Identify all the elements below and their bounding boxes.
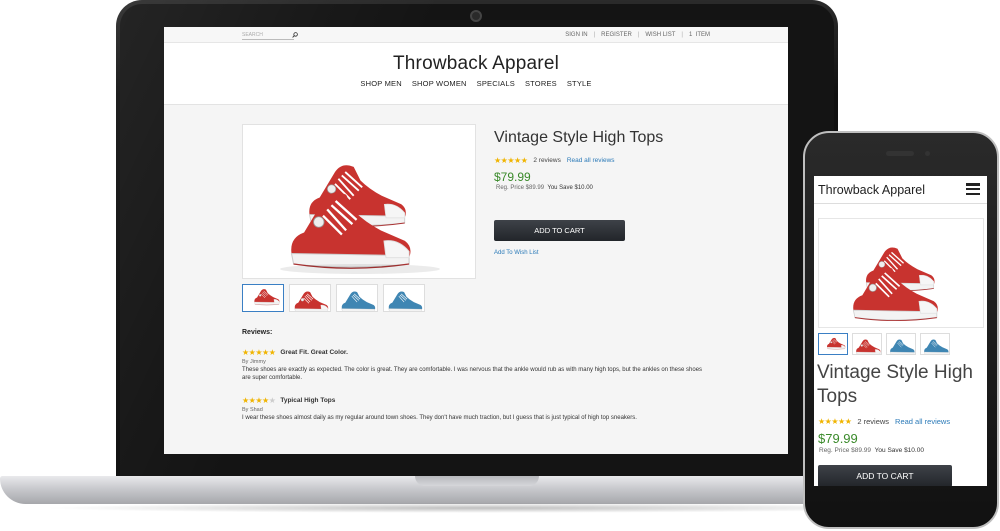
review-item: ★★★★★ Typical High Tops By Shad I wear th… <box>242 396 712 423</box>
rating-stars-icon: ★★★★★ <box>818 417 852 426</box>
mobile-thumbnail-1[interactable] <box>818 333 848 355</box>
hamburger-menu-icon[interactable] <box>966 183 980 196</box>
review-item: ★★★★★ Great Fit. Great Color. By Jimmy Th… <box>242 348 712 382</box>
phone-screen: Throwback Apparel Vintage Style High Top… <box>814 176 987 486</box>
cart-label: ITEM <box>695 32 710 38</box>
reviews-heading: Reviews: <box>242 329 273 336</box>
review-count: 2 reviews <box>533 157 561 164</box>
mobile-thumbnail-3[interactable] <box>886 333 916 355</box>
nav-style[interactable]: STYLE <box>567 79 592 88</box>
product-main-image[interactable] <box>242 124 476 279</box>
utility-bar: SEARCH SIGN IN | REGISTER | WISH LIST | … <box>164 27 788 43</box>
thumbnail-3[interactable] <box>336 284 378 312</box>
account-links: SIGN IN | REGISTER | WISH LIST | 1 ITEM <box>565 32 710 38</box>
review-author: By Jimmy <box>242 359 266 365</box>
cart-count: 1 <box>688 32 693 38</box>
review-body: These shoes are exactly as expected. The… <box>242 367 703 381</box>
savings: You Save $10.00 <box>547 185 593 191</box>
thumbnail-2[interactable] <box>289 284 331 312</box>
rating-stars-icon: ★★★★★ <box>494 156 528 165</box>
red-sneakers-image <box>280 164 440 274</box>
nav-specials[interactable]: SPECIALS <box>477 79 515 88</box>
mobile-price: $79.99 <box>818 431 858 446</box>
mobile-rating: ★★★★★ 2 reviews Read all reviews <box>818 417 950 426</box>
mobile-regular-price-info: Reg. Price $89.99 You Save $10.00 <box>819 447 924 454</box>
regular-price-info: Reg. Price $89.99 You Save $10.00 <box>496 185 593 191</box>
main-nav: SHOP MEN SHOP WOMEN SPECIALS STORES STYL… <box>164 79 788 88</box>
regular-price: Reg. Price $89.99 <box>496 185 545 191</box>
review-title: Great Fit. Great Color. <box>280 349 348 356</box>
mobile-review-count: 2 reviews <box>857 417 890 426</box>
laptop-camera <box>470 10 482 22</box>
red-sneakers-image <box>852 246 939 322</box>
read-all-reviews-link[interactable]: Read all reviews <box>567 157 615 164</box>
add-to-wish-list-link[interactable]: Add To Wish List <box>494 250 539 256</box>
phone-speaker <box>886 151 914 156</box>
laptop-screen: SEARCH SIGN IN | REGISTER | WISH LIST | … <box>164 27 788 454</box>
review-author: By Shad <box>242 407 263 413</box>
brand-logo[interactable]: Throwback Apparel <box>164 53 788 75</box>
cart-link[interactable]: 1 ITEM <box>689 32 710 38</box>
nav-stores[interactable]: STORES <box>525 79 557 88</box>
mobile-regular-price: Reg. Price $89.99 <box>819 447 872 454</box>
review-body: I wear these shoes almost daily as my re… <box>242 415 637 421</box>
mobile-product-title: Vintage Style High Tops <box>817 362 973 407</box>
add-to-cart-button[interactable]: ADD TO CART <box>494 220 625 241</box>
mobile-add-to-cart-button[interactable]: ADD TO CART <box>818 465 952 486</box>
site-header: Throwback Apparel SHOP MEN SHOP WOMEN SP… <box>164 43 788 105</box>
product-title: Vintage Style High Tops <box>494 129 664 146</box>
thumbnail-4[interactable] <box>383 284 425 312</box>
device-mockup-stage: SEARCH SIGN IN | REGISTER | WISH LIST | … <box>0 0 1000 531</box>
register-link[interactable]: REGISTER <box>601 32 632 38</box>
review-stars-icon: ★★★★★ <box>242 396 276 405</box>
mobile-savings: You Save $10.00 <box>874 447 924 454</box>
divider: | <box>593 32 596 38</box>
mobile-thumbnail-2[interactable] <box>852 333 882 355</box>
review-title: Typical High Tops <box>280 397 336 404</box>
thumbnail-1[interactable] <box>242 284 284 312</box>
mobile-brand-logo[interactable]: Throwback Apparel <box>818 183 925 197</box>
mobile-header: Throwback Apparel <box>814 176 987 204</box>
divider: | <box>637 32 640 38</box>
search-input[interactable]: SEARCH <box>242 32 294 40</box>
nav-shop-men[interactable]: SHOP MEN <box>360 79 401 88</box>
mobile-thumbnails <box>818 333 950 355</box>
mobile-read-all-reviews-link[interactable]: Read all reviews <box>895 417 950 426</box>
sign-in-link[interactable]: SIGN IN <box>565 32 587 38</box>
mobile-thumbnail-4[interactable] <box>920 333 950 355</box>
search-icon[interactable] <box>292 32 298 38</box>
phone-camera <box>925 151 930 156</box>
mobile-product-image[interactable] <box>818 218 984 328</box>
product-price: $79.99 <box>494 170 531 184</box>
wish-list-link[interactable]: WISH LIST <box>645 32 675 38</box>
nav-shop-women[interactable]: SHOP WOMEN <box>412 79 467 88</box>
product-rating: ★★★★★ 2 reviews Read all reviews <box>494 156 615 165</box>
divider: | <box>681 32 683 38</box>
laptop-shadow <box>40 503 920 513</box>
laptop-notch <box>415 476 539 486</box>
review-stars-icon: ★★★★★ <box>242 348 276 357</box>
product-thumbnails <box>242 284 425 312</box>
